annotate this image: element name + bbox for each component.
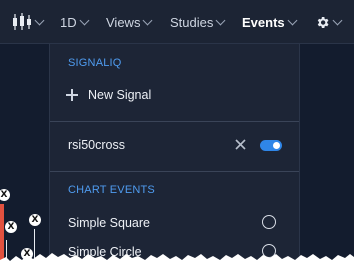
close-icon[interactable] bbox=[235, 139, 246, 150]
chart-toolbar: 1D Views Studies Events bbox=[0, 0, 354, 44]
plus-icon bbox=[66, 89, 78, 101]
chevron-down-icon bbox=[215, 15, 226, 25]
signaliq-section-title: SIGNALIQ bbox=[68, 57, 122, 69]
chevron-down-icon bbox=[332, 15, 343, 25]
radio-button[interactable] bbox=[262, 215, 276, 229]
chevron-down-icon bbox=[287, 15, 298, 25]
chevron-down-icon bbox=[34, 15, 45, 25]
toggle-knob bbox=[273, 142, 280, 149]
events-menu[interactable]: Events bbox=[242, 0, 298, 44]
event-marker[interactable]: X bbox=[0, 189, 10, 201]
new-signal-button[interactable]: New Signal bbox=[66, 87, 266, 105]
signal-row: rsi50cross bbox=[50, 132, 299, 158]
chart-event-item[interactable]: Simple Square bbox=[50, 211, 299, 233]
divider bbox=[50, 121, 299, 122]
new-signal-label: New Signal bbox=[88, 88, 152, 102]
chart-type-menu[interactable] bbox=[12, 0, 45, 44]
signal-toggle[interactable] bbox=[260, 140, 282, 151]
studies-menu[interactable]: Studies bbox=[170, 0, 226, 44]
chart-events-section-title: CHART EVENTS bbox=[68, 184, 155, 196]
gear-icon bbox=[317, 16, 329, 28]
settings-menu[interactable] bbox=[315, 0, 343, 44]
chevron-down-icon bbox=[79, 15, 90, 25]
events-label: Events bbox=[242, 14, 285, 30]
divider bbox=[50, 171, 299, 172]
event-marker[interactable]: X bbox=[29, 214, 41, 226]
chevron-down-icon bbox=[143, 15, 153, 25]
studies-label: Studies bbox=[170, 14, 214, 30]
torn-edge bbox=[0, 253, 354, 263]
signal-name: rsi50cross bbox=[68, 138, 125, 152]
views-label: Views bbox=[106, 14, 141, 30]
timeframe-menu[interactable]: 1D bbox=[60, 0, 90, 44]
timeframe-label: 1D bbox=[60, 14, 77, 30]
chart-event-label: Simple Square bbox=[68, 216, 150, 230]
candlestick-icon bbox=[13, 13, 31, 30]
event-marker[interactable]: X bbox=[5, 221, 17, 233]
chart-area[interactable]: X X X X bbox=[0, 44, 49, 263]
chart-area-right[interactable] bbox=[300, 44, 354, 263]
events-dropdown: SIGNALIQ New Signal rsi50cross CHART EVE… bbox=[49, 44, 300, 263]
views-menu[interactable]: Views bbox=[106, 0, 153, 44]
